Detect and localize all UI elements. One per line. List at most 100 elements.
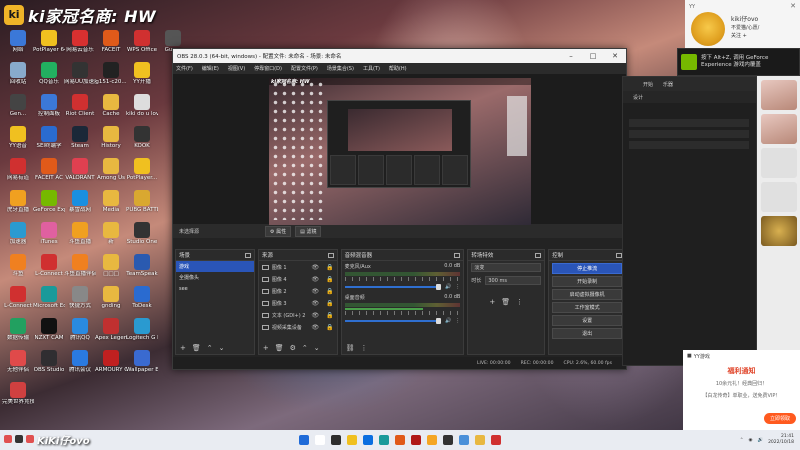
menu-scene-collection[interactable]: 场景集合(S)	[327, 65, 354, 72]
lock-icon[interactable]: 🔒	[326, 276, 333, 283]
desktop-icon[interactable]: 新	[95, 222, 127, 246]
desktop-icon[interactable]: VALORANT	[64, 158, 96, 182]
desktop-icon[interactable]: 虎牙直播	[2, 190, 34, 214]
desktop-icon[interactable]: 快捷方式	[64, 286, 96, 310]
eye-icon[interactable]: 👁	[312, 300, 320, 307]
desktop-icon[interactable]: Riot Client	[64, 94, 96, 118]
taskbar-app-icon[interactable]	[427, 435, 437, 445]
desktop-icon[interactable]: 暴雪战网	[64, 190, 96, 214]
maximize-icon[interactable]: □	[582, 52, 604, 60]
taskbar-app-icon[interactable]	[379, 435, 389, 445]
exit-button[interactable]: 退出	[552, 328, 622, 339]
desktop-icon[interactable]: 回收站	[2, 62, 34, 86]
duration-input[interactable]: 300 ms	[485, 276, 542, 285]
taskbar-app-icon[interactable]	[411, 435, 421, 445]
menu-edit[interactable]: 编辑(E)	[202, 65, 219, 72]
avatar[interactable]	[691, 12, 725, 46]
desktop-icon[interactable]: Gen...	[2, 94, 34, 118]
minimize-icon[interactable]: –	[560, 52, 582, 60]
desktop-icon[interactable]: ARMOURY CRATE	[95, 350, 127, 374]
gear-icon[interactable]: ⚙	[290, 344, 296, 352]
desktop-icon[interactable]: YY开播	[126, 62, 158, 86]
menu-tools[interactable]: 工具(T)	[363, 65, 380, 72]
taskbar-app-icon[interactable]	[299, 435, 309, 445]
desktop-icon[interactable]: 网络	[2, 30, 34, 54]
speaker-icon[interactable]: 🔊	[757, 438, 763, 443]
app-tab[interactable]: 乐器	[663, 81, 673, 88]
trash-icon[interactable]: 🗑	[192, 344, 201, 352]
close-icon[interactable]: ✕	[604, 52, 626, 60]
chat-follow[interactable]: 关注 +	[731, 32, 747, 39]
taskbar-app-icon[interactable]	[491, 435, 501, 445]
desktop-icon[interactable]: FACEIT	[95, 30, 127, 54]
desktop-icon[interactable]: WPS Office	[126, 30, 158, 54]
taskbar-app-icon[interactable]	[315, 435, 325, 445]
lock-icon[interactable]: 🔒	[326, 324, 333, 331]
eye-icon[interactable]: 👁	[312, 324, 320, 331]
undock-icon[interactable]	[535, 252, 542, 258]
wifi-icon[interactable]: ◉	[749, 438, 753, 443]
stream-preview[interactable]: ki家冠名商: HW	[269, 78, 531, 225]
desktop-icon[interactable]: TeamSpeak	[126, 254, 158, 278]
desktop-icon[interactable]: GeForce Experience	[33, 190, 65, 214]
desktop-icon[interactable]: 斗鱼直播	[64, 222, 96, 246]
source-item[interactable]: 视频采集设备 👁 🔒	[259, 321, 337, 333]
menu-file[interactable]: 文件(F)	[176, 65, 193, 72]
add-icon[interactable]: +	[180, 344, 186, 352]
start-recording-button[interactable]: 开始录制	[552, 276, 622, 287]
desktop-icon[interactable]: Studio One	[126, 222, 158, 246]
eye-icon[interactable]: 👁	[312, 312, 320, 319]
claim-button[interactable]: 立即领取	[763, 413, 796, 424]
app-tab[interactable]: 开始	[643, 81, 653, 88]
desktop-icon[interactable]: 加速器	[2, 222, 34, 246]
desktop-icon[interactable]: OBS Studio	[33, 350, 65, 374]
close-icon[interactable]: ✕	[790, 2, 796, 10]
desktop-icon[interactable]: iTunes	[33, 222, 65, 246]
chevron-up-icon[interactable]: ⌃	[740, 438, 744, 443]
taskbar-app-icon[interactable]	[443, 435, 453, 445]
more-icon[interactable]: ⋮	[455, 318, 460, 324]
scene-item[interactable]: 游戏	[176, 261, 254, 272]
desktop-icon[interactable]: 网易云音乐	[64, 30, 96, 54]
eye-icon[interactable]: 👁	[312, 276, 320, 283]
volume-slider-handle[interactable]	[436, 284, 442, 290]
desktop-icon[interactable]: QQ音乐	[33, 62, 65, 86]
desktop-icon[interactable]: PotPlayer...	[126, 158, 158, 182]
move-up-icon[interactable]: ⌃	[302, 344, 308, 352]
desktop-icon[interactable]: 网易UU加速器	[64, 62, 96, 86]
app-subtab[interactable]: 设计	[633, 94, 643, 101]
lock-icon[interactable]: 🔒	[326, 288, 333, 295]
clock[interactable]: 21:41 2022/10/18	[768, 434, 794, 446]
desktop-icon[interactable]: 斗鱼	[2, 254, 34, 278]
desktop-icon[interactable]: 腾讯会议	[64, 350, 96, 374]
desktop-icon[interactable]: SEI终端学	[33, 126, 65, 150]
desktop-icon[interactable]: KOOK	[126, 126, 158, 150]
desktop-icon[interactable]: NZXT CAM	[33, 318, 65, 342]
desktop-icon[interactable]: 腾讯QQ	[64, 318, 96, 342]
desktop-icon[interactable]: PotPlayer 64 bit	[33, 30, 65, 54]
menu-view[interactable]: 视图(V)	[228, 65, 245, 72]
lock-icon[interactable]: 🔒	[326, 312, 333, 319]
menu-profile[interactable]: 配置文件(P)	[291, 65, 318, 72]
obs-window[interactable]: OBS 28.0.3 (64-bit, windows) - 配置文件: 未命名…	[172, 48, 627, 370]
trash-icon[interactable]: 🗑	[275, 344, 284, 352]
thumbnail[interactable]	[760, 216, 797, 246]
desktop-icon[interactable]: Steam	[64, 126, 96, 150]
desktop-icon[interactable]: Logitech G HUB	[126, 318, 158, 342]
settings-button[interactable]: 设置	[552, 315, 622, 326]
source-item[interactable]: 图像 2 👁 🔒	[259, 285, 337, 297]
desktop-icon[interactable]: PUBG BATTLEGR...	[126, 190, 158, 214]
taskbar-app-icon[interactable]	[459, 435, 469, 445]
source-item[interactable]: 图像 1 👁 🔒	[259, 261, 337, 273]
taskbar-app-icon[interactable]	[331, 435, 341, 445]
desktop-icon[interactable]: gnding	[95, 286, 127, 310]
taskbar-app-icon[interactable]	[475, 435, 485, 445]
move-down-icon[interactable]: ⌄	[219, 344, 225, 352]
eye-icon[interactable]: 👁	[312, 288, 320, 295]
desktop-icon[interactable]: 控制面板	[33, 94, 65, 118]
volume-slider[interactable]	[344, 284, 442, 290]
speaker-icon[interactable]: 🔊	[445, 318, 451, 324]
desktop-icon[interactable]: Media	[95, 190, 127, 214]
desktop-icon[interactable]: L-Connect	[2, 286, 34, 310]
start-virtual-camera-button[interactable]: 启动虚拟摄像机	[552, 289, 622, 300]
